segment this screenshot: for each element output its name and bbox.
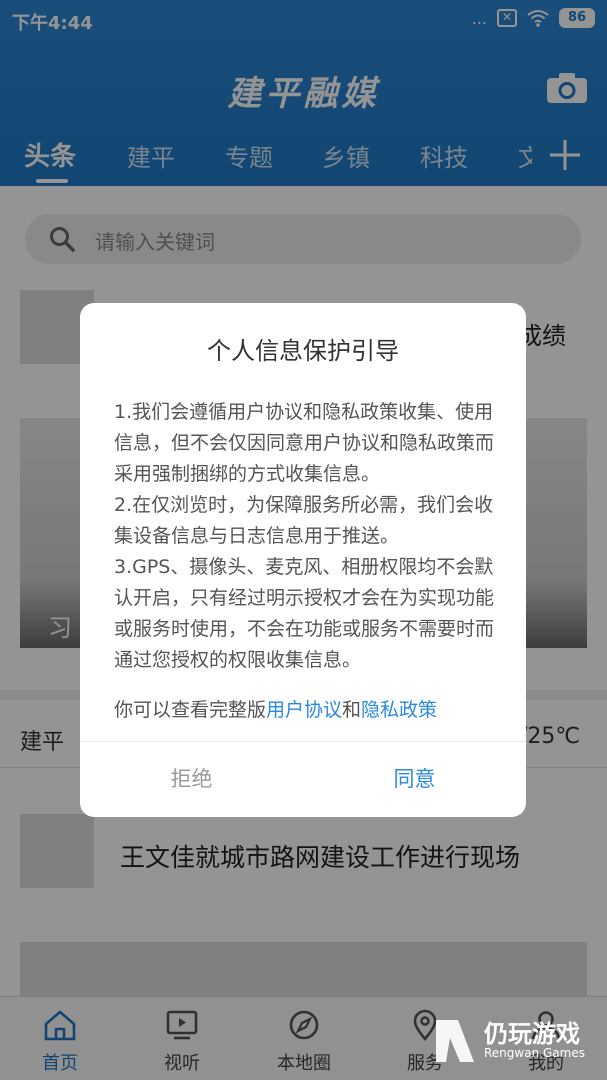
watermark: 仍玩游戏 Rengwan Games (432, 1012, 602, 1070)
dialog-paragraph: 2.在仅浏览时，为保障服务所必需，我们会收集设备信息与日志信息用于推送。 (114, 494, 494, 547)
watermark-title: 仍玩游戏 (484, 1020, 580, 1048)
dialog-paragraph: 1.我们会遵循用户协议和隐私政策收集、使用信息，但不会仅因同意用户协议和隐私政策… (114, 401, 495, 485)
privacy-policy-link[interactable]: 隐私政策 (361, 699, 437, 721)
dialog-links: 你可以查看完整版用户协议和隐私政策 (114, 695, 498, 722)
agree-button[interactable]: 同意 (303, 742, 526, 817)
dialog-body: 1.我们会遵循用户协议和隐私政策收集、使用信息，但不会仅因同意用户协议和隐私政策… (114, 397, 498, 676)
reject-button[interactable]: 拒绝 (80, 742, 303, 817)
links-conjunction: 和 (342, 699, 362, 721)
watermark-logo-icon (436, 1020, 474, 1062)
privacy-dialog: 个人信息保护引导 1.我们会遵循用户协议和隐私政策收集、使用信息，但不会仅因同意… (80, 303, 526, 817)
links-prefix: 你可以查看完整版 (114, 699, 267, 721)
watermark-subtitle: Rengwan Games (484, 1046, 585, 1060)
dialog-title: 个人信息保护引导 (207, 337, 399, 365)
user-agreement-link[interactable]: 用户协议 (266, 699, 342, 721)
dialog-paragraph: 3.GPS、摄像头、麦克风、相册权限均不会默认开启，只有经过明示授权才会在为实现… (114, 556, 495, 671)
